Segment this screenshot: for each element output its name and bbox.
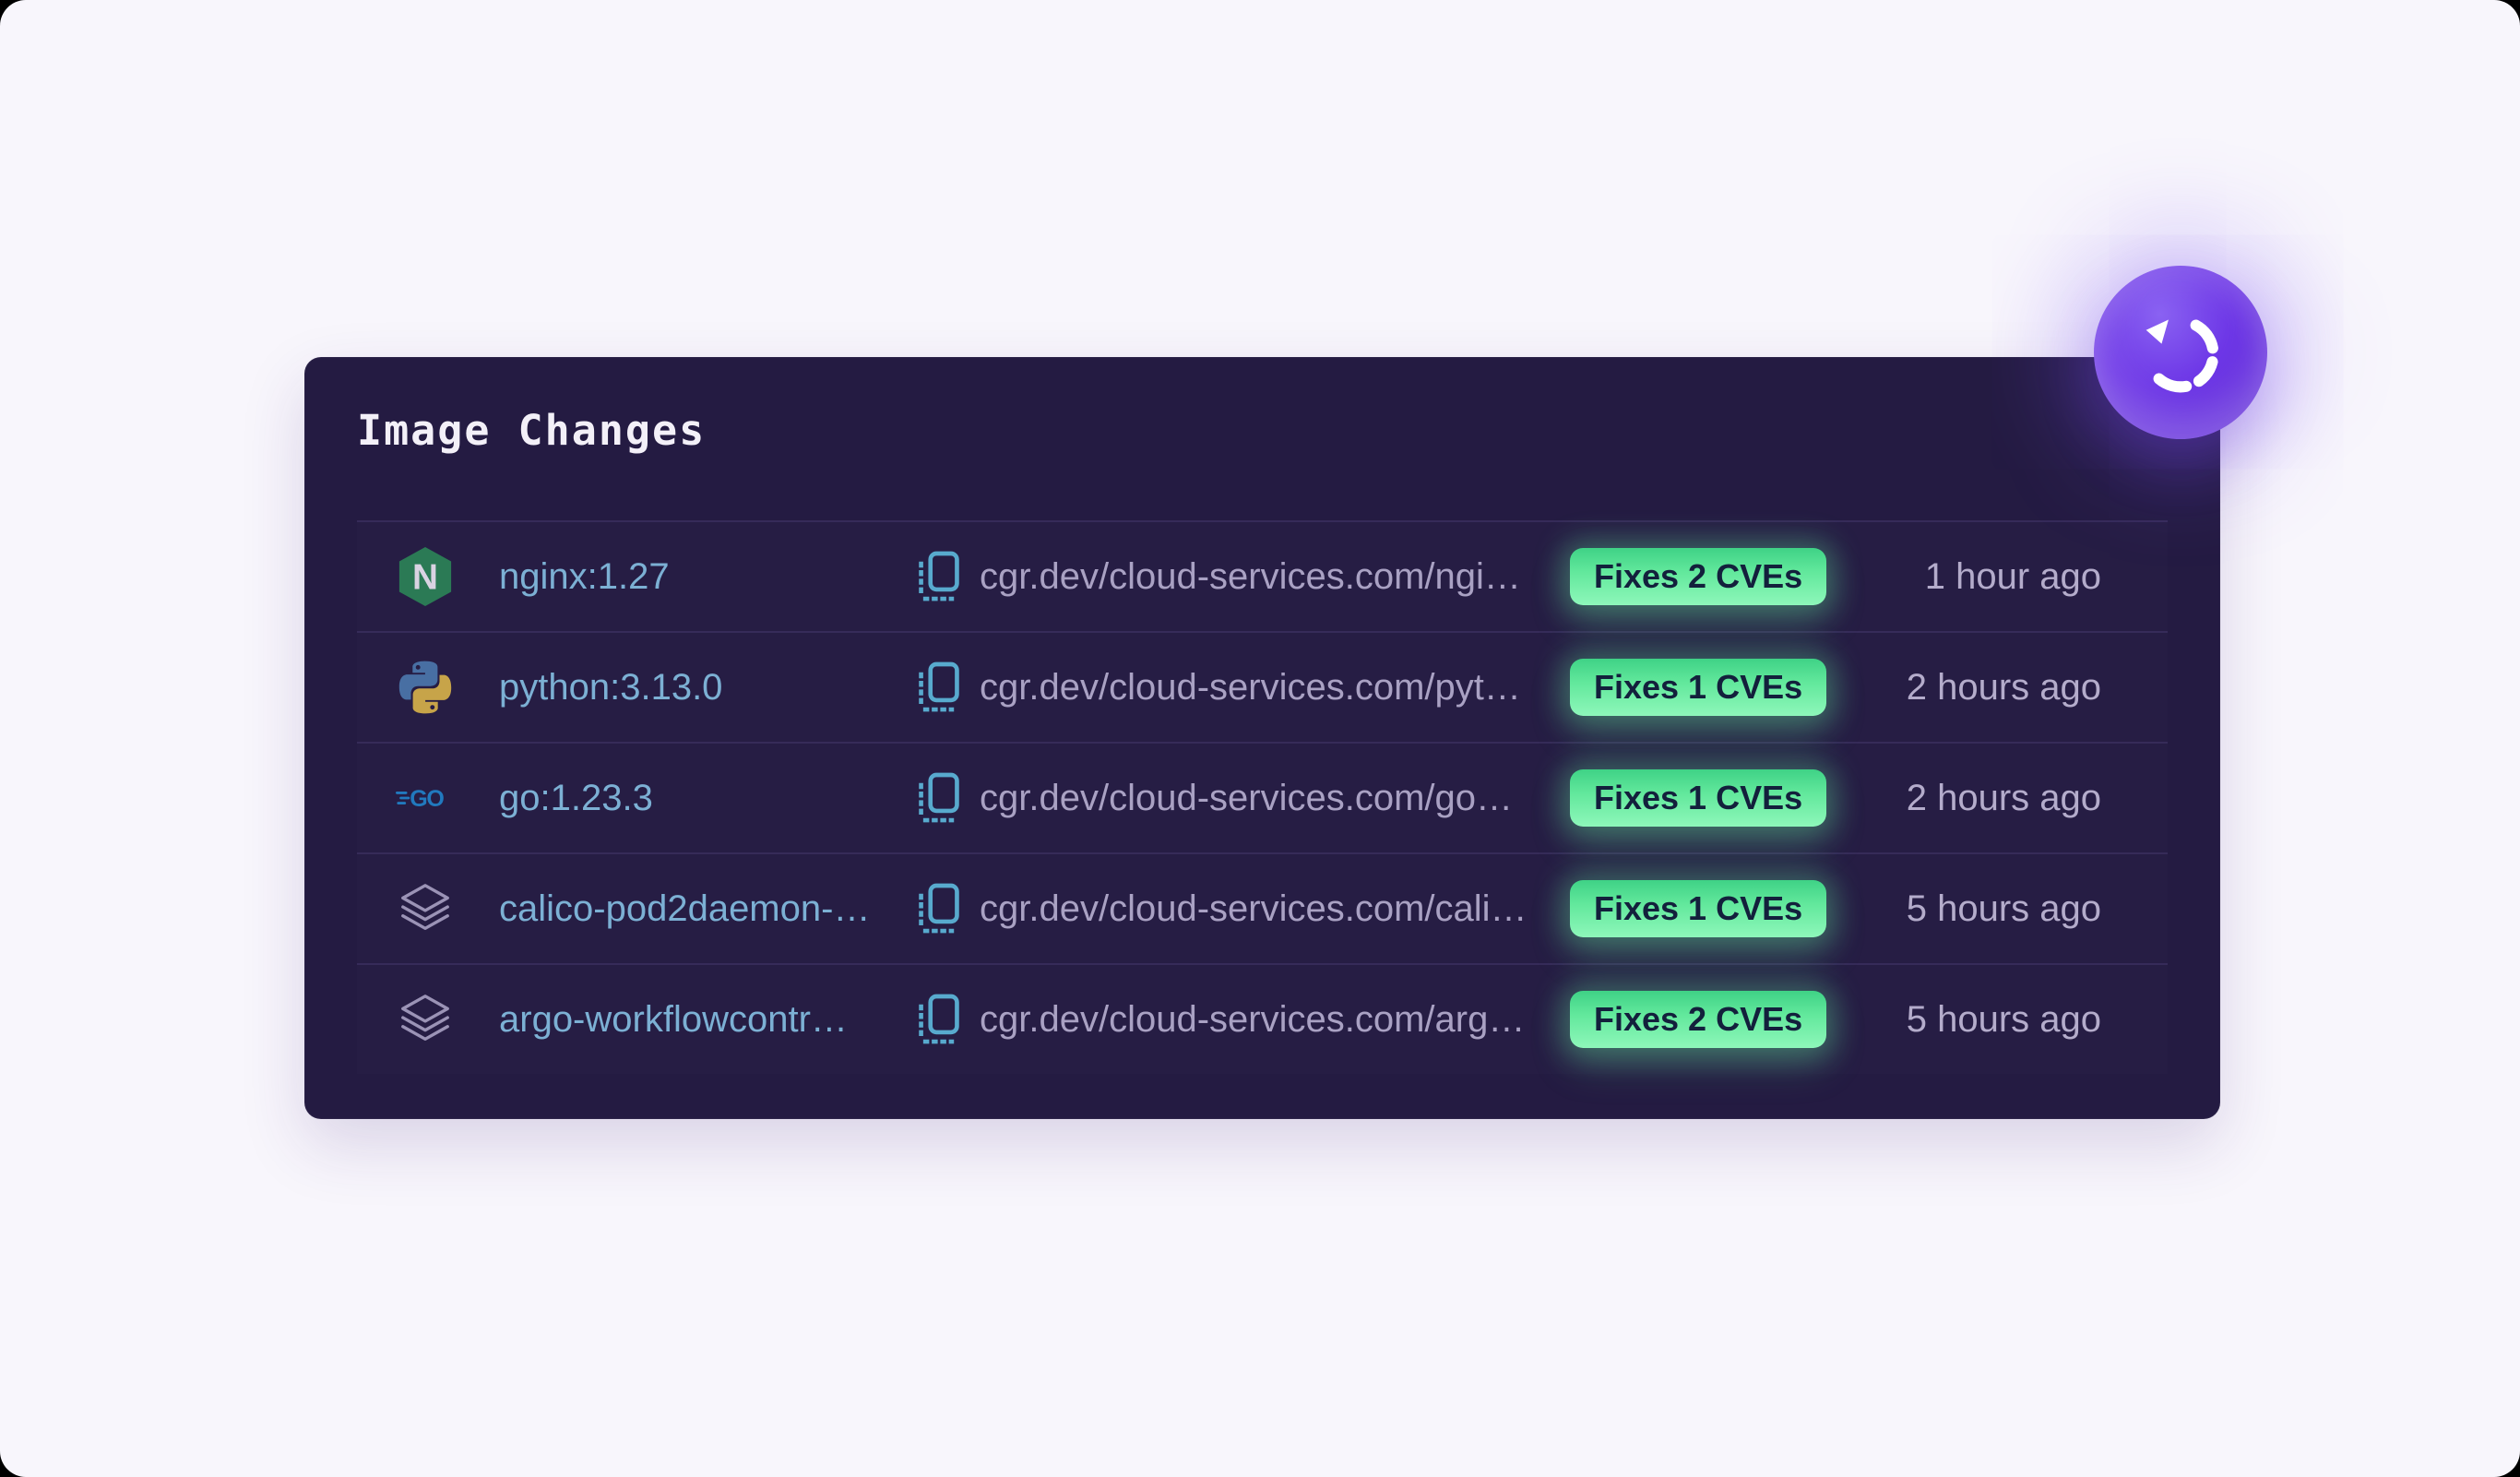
image-changes-table: N nginx:1.27 cgr.dev/cloud-services.com/… — [357, 520, 2168, 1074]
registry-url: cgr.dev/cloud-services.com/cali… — [980, 888, 1533, 930]
image-name-link[interactable]: python:3.13.0 — [499, 667, 878, 709]
layers-icon — [396, 875, 455, 942]
registry-url: cgr.dev/cloud-services.com/pyt… — [980, 667, 1533, 709]
timestamp: 5 hours ago — [1907, 999, 2101, 1041]
refresh-button[interactable] — [2094, 266, 2267, 439]
page-title: Image Changes — [357, 410, 2219, 451]
cve-fix-badge[interactable]: Fixes 1 CVEs — [1570, 769, 1826, 827]
copy-icon[interactable] — [915, 660, 963, 715]
table-row: calico-pod2daemon-… cgr.dev/cloud-servic… — [357, 852, 2168, 963]
cve-fix-badge[interactable]: Fixes 2 CVEs — [1570, 548, 1826, 605]
timestamp: 2 hours ago — [1907, 667, 2101, 709]
go-icon: GO — [396, 765, 455, 831]
table-row: python:3.13.0 cgr.dev/cloud-services.com… — [357, 631, 2168, 742]
registry-url: cgr.dev/cloud-services.com/arg… — [980, 999, 1533, 1041]
copy-icon[interactable] — [915, 992, 963, 1047]
image-changes-card: Image Changes N nginx:1.27 — [304, 357, 2220, 1119]
nginx-icon: N — [396, 543, 455, 610]
table-row: argo-workflowcontr… cgr.dev/cloud-servic… — [357, 963, 2168, 1074]
image-name-link[interactable]: argo-workflowcontr… — [499, 999, 878, 1041]
page-background: Image Changes N nginx:1.27 — [0, 0, 2520, 1477]
timestamp: 1 hour ago — [1925, 556, 2101, 598]
cve-fix-badge[interactable]: Fixes 1 CVEs — [1570, 880, 1826, 937]
python-icon — [396, 654, 455, 721]
copy-icon[interactable] — [915, 549, 963, 604]
registry-url: cgr.dev/cloud-services.com/go… — [980, 778, 1533, 819]
image-name-link[interactable]: nginx:1.27 — [499, 556, 878, 598]
layers-icon — [396, 986, 455, 1053]
timestamp: 2 hours ago — [1907, 778, 2101, 819]
table-row: N nginx:1.27 cgr.dev/cloud-services.com/… — [357, 520, 2168, 631]
timestamp: 5 hours ago — [1907, 888, 2101, 930]
cve-fix-badge[interactable]: Fixes 1 CVEs — [1570, 659, 1826, 716]
copy-icon[interactable] — [915, 770, 963, 826]
image-name-link[interactable]: calico-pod2daemon-… — [499, 888, 878, 930]
registry-url: cgr.dev/cloud-services.com/ngi… — [980, 556, 1533, 598]
copy-icon[interactable] — [915, 881, 963, 936]
image-name-link[interactable]: go:1.23.3 — [499, 778, 878, 819]
svg-text:N: N — [412, 558, 438, 598]
svg-text:GO: GO — [410, 786, 444, 812]
cve-fix-badge[interactable]: Fixes 2 CVEs — [1570, 991, 1826, 1048]
refresh-icon — [2129, 301, 2232, 404]
table-row: GO go:1.23.3 cgr.dev/cloud-services.com/… — [357, 742, 2168, 852]
